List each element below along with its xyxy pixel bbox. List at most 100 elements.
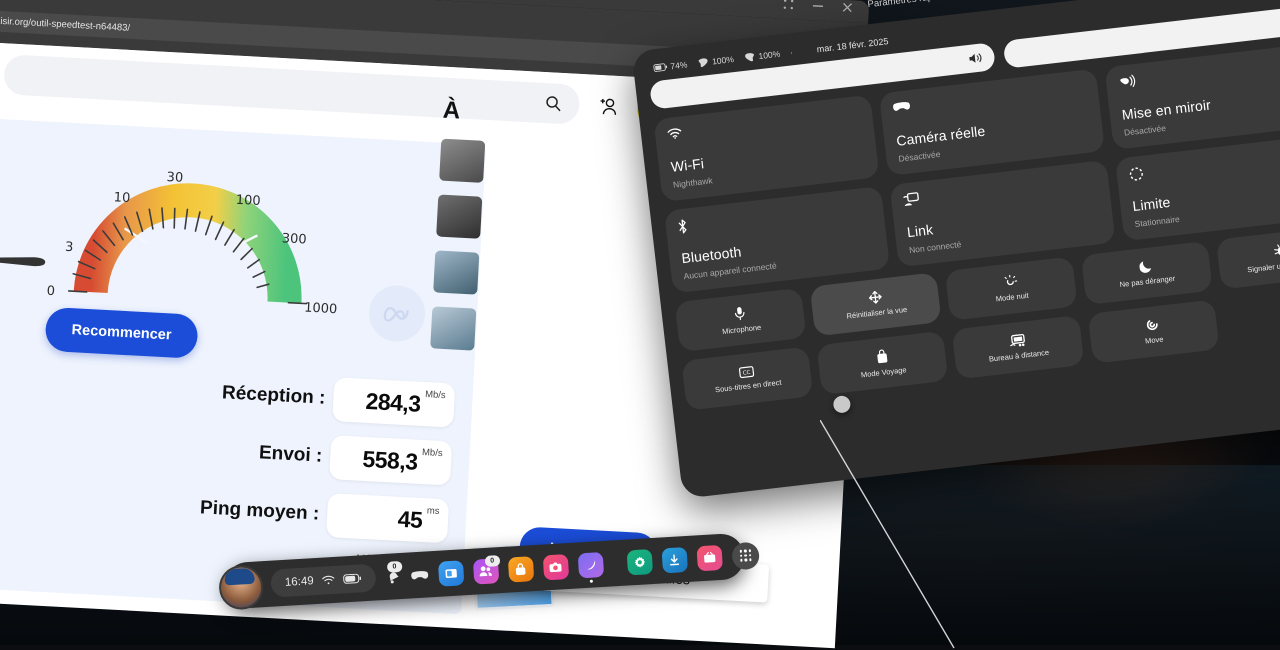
wifi-icon — [321, 575, 335, 586]
result-row: Réception : 284,3 Mb/s — [0, 353, 455, 427]
app-tv[interactable] — [696, 544, 722, 570]
restart-button[interactable]: Recommencer — [45, 307, 199, 359]
app-badge: 0 — [484, 555, 500, 567]
volume-icon — [967, 51, 982, 65]
button-move[interactable]: Move — [1087, 299, 1219, 363]
app-camera[interactable] — [543, 554, 569, 580]
app-people[interactable]: 0 — [473, 558, 499, 584]
tile-passthrough-camera[interactable]: Caméra réelle Désactivée — [879, 68, 1105, 176]
battery-status: 74% — [653, 59, 688, 73]
result-value: 45 — [397, 505, 423, 533]
result-pill: 284,3 Mb/s — [332, 377, 455, 427]
microphone-icon — [734, 305, 747, 321]
button-label: Réinitialiser la vue — [846, 306, 907, 321]
button-label: Sous-titres en direct — [715, 379, 782, 395]
result-label: Envoi : — [258, 442, 322, 467]
speedtest-results: Réception : 284,3 Mb/s Envoi : 558,3 Mb/… — [0, 353, 455, 569]
quick-settings-panel: 74% 100% 100% · mar. 18 févr. 2025 — [631, 0, 1280, 499]
app-store[interactable] — [508, 556, 534, 582]
button-label: Ne pas déranger — [1119, 275, 1175, 290]
boundary-icon — [1128, 145, 1280, 183]
button-label: Mode nuit — [995, 292, 1029, 304]
tile-bluetooth[interactable]: Bluetooth Aucun appareil connecté — [664, 186, 890, 294]
tile-wifi[interactable]: Wi-Fi Nighthawk — [653, 95, 879, 203]
left-controller-status: 100% — [697, 54, 735, 68]
button-microphone[interactable]: Microphone — [675, 288, 807, 352]
quick-settings-window[interactable]: Paramètres rapides Paramètres — [627, 0, 1280, 538]
url-text: https://www.quechoisir.org/outil-speedte… — [0, 11, 130, 33]
speed-gauge: 0 3 10 30 100 300 1000 — [32, 137, 351, 323]
night-mode-icon — [1003, 274, 1019, 290]
controller-right-icon — [743, 52, 756, 63]
app-settings[interactable] — [626, 549, 652, 575]
button-label: Move — [1145, 336, 1164, 346]
button-label: Microphone — [722, 324, 762, 337]
gauge-tick-3: 3 — [65, 240, 74, 255]
result-label: Réception : — [221, 382, 325, 409]
button-label: Bureau à distance — [988, 349, 1049, 364]
svg-text:CC: CC — [743, 370, 751, 377]
button-do-not-disturb[interactable]: Ne pas déranger — [1080, 241, 1212, 305]
grid-icon — [739, 549, 751, 561]
taskbar-separator — [614, 552, 615, 574]
controller-left-percent: 100% — [712, 54, 735, 66]
result-unit: Mb/s — [422, 447, 443, 459]
gauge-tick-1000: 1000 — [304, 301, 338, 318]
button-travel-mode[interactable]: Mode Voyage — [817, 331, 949, 395]
side-thumbnail[interactable] — [436, 194, 482, 238]
gauge-tick-300: 300 — [281, 231, 307, 247]
tile-casting[interactable]: Mise en miroir Désactivée — [1104, 42, 1280, 150]
app-browser[interactable] — [438, 560, 464, 586]
status-separator: · — [790, 47, 794, 57]
controller-left-icon — [697, 57, 710, 68]
battery-percent: 74% — [670, 59, 688, 71]
moon-icon — [1138, 259, 1153, 274]
meta-logo-icon — [368, 284, 427, 343]
gauge-tick-10: 10 — [113, 190, 130, 206]
controller-right-percent: 100% — [758, 49, 781, 61]
battery-icon — [653, 63, 668, 73]
recenter-icon — [867, 290, 883, 306]
button-recenter-view[interactable]: Réinitialiser la vue — [810, 272, 942, 336]
side-thumbnail[interactable] — [430, 306, 476, 350]
result-label: Ping moyen : — [199, 497, 319, 525]
travel-bag-icon — [875, 348, 889, 364]
button-label: Signaler un problème — [1247, 259, 1280, 275]
wifi-icon — [666, 106, 861, 144]
app-running-dot — [590, 579, 593, 582]
gauge-tick-100: 100 — [235, 193, 261, 209]
cast-icon — [1117, 54, 1280, 92]
button-report-problem[interactable]: Signaler un problème — [1216, 225, 1280, 289]
battery-icon — [342, 573, 362, 584]
button-live-captions[interactable]: CC Sous-titres en direct — [681, 346, 813, 410]
notifications-button[interactable]: 0 — [385, 564, 401, 590]
status-date: mar. 18 févr. 2025 — [816, 36, 889, 54]
tile-link[interactable]: Link Non connecté — [889, 160, 1115, 268]
app-downloads[interactable] — [661, 547, 687, 573]
gauge-tick-0: 0 — [46, 284, 55, 299]
side-thumbnail[interactable] — [439, 139, 485, 183]
tile-boundary[interactable]: Limite Stationnaire — [1115, 134, 1280, 242]
speedtest-widget: 0 3 10 30 100 300 1000 Recommencer — [0, 114, 486, 614]
headset-icon — [892, 80, 1087, 118]
button-night-mode[interactable]: Mode nuit — [945, 256, 1077, 320]
avatar-hair — [224, 568, 255, 586]
result-pill: 45 ms — [326, 493, 449, 543]
app-explore[interactable] — [577, 551, 603, 577]
side-thumbnail[interactable] — [433, 250, 479, 294]
new-tab-button[interactable]: + — [2, 0, 25, 3]
result-value: 284,3 — [365, 387, 421, 417]
right-controller-status: 100% — [743, 49, 781, 63]
bug-icon — [1273, 243, 1280, 259]
button-label: Mode Voyage — [861, 366, 908, 379]
quick-settings-title: Paramètres rapides — [867, 0, 951, 10]
gauge-tick-30: 30 — [166, 170, 183, 186]
move-icon — [1145, 317, 1161, 333]
button-remote-desktop[interactable]: Bureau à distance — [952, 315, 1084, 379]
status-pill[interactable]: 16:49 — [270, 564, 376, 598]
result-value: 558,3 — [362, 445, 418, 475]
remote-desktop-icon — [1009, 333, 1026, 348]
result-pill: 558,3 Mb/s — [329, 435, 452, 485]
headset-status-icon[interactable] — [410, 562, 429, 588]
closed-captions-icon: CC — [739, 366, 755, 379]
